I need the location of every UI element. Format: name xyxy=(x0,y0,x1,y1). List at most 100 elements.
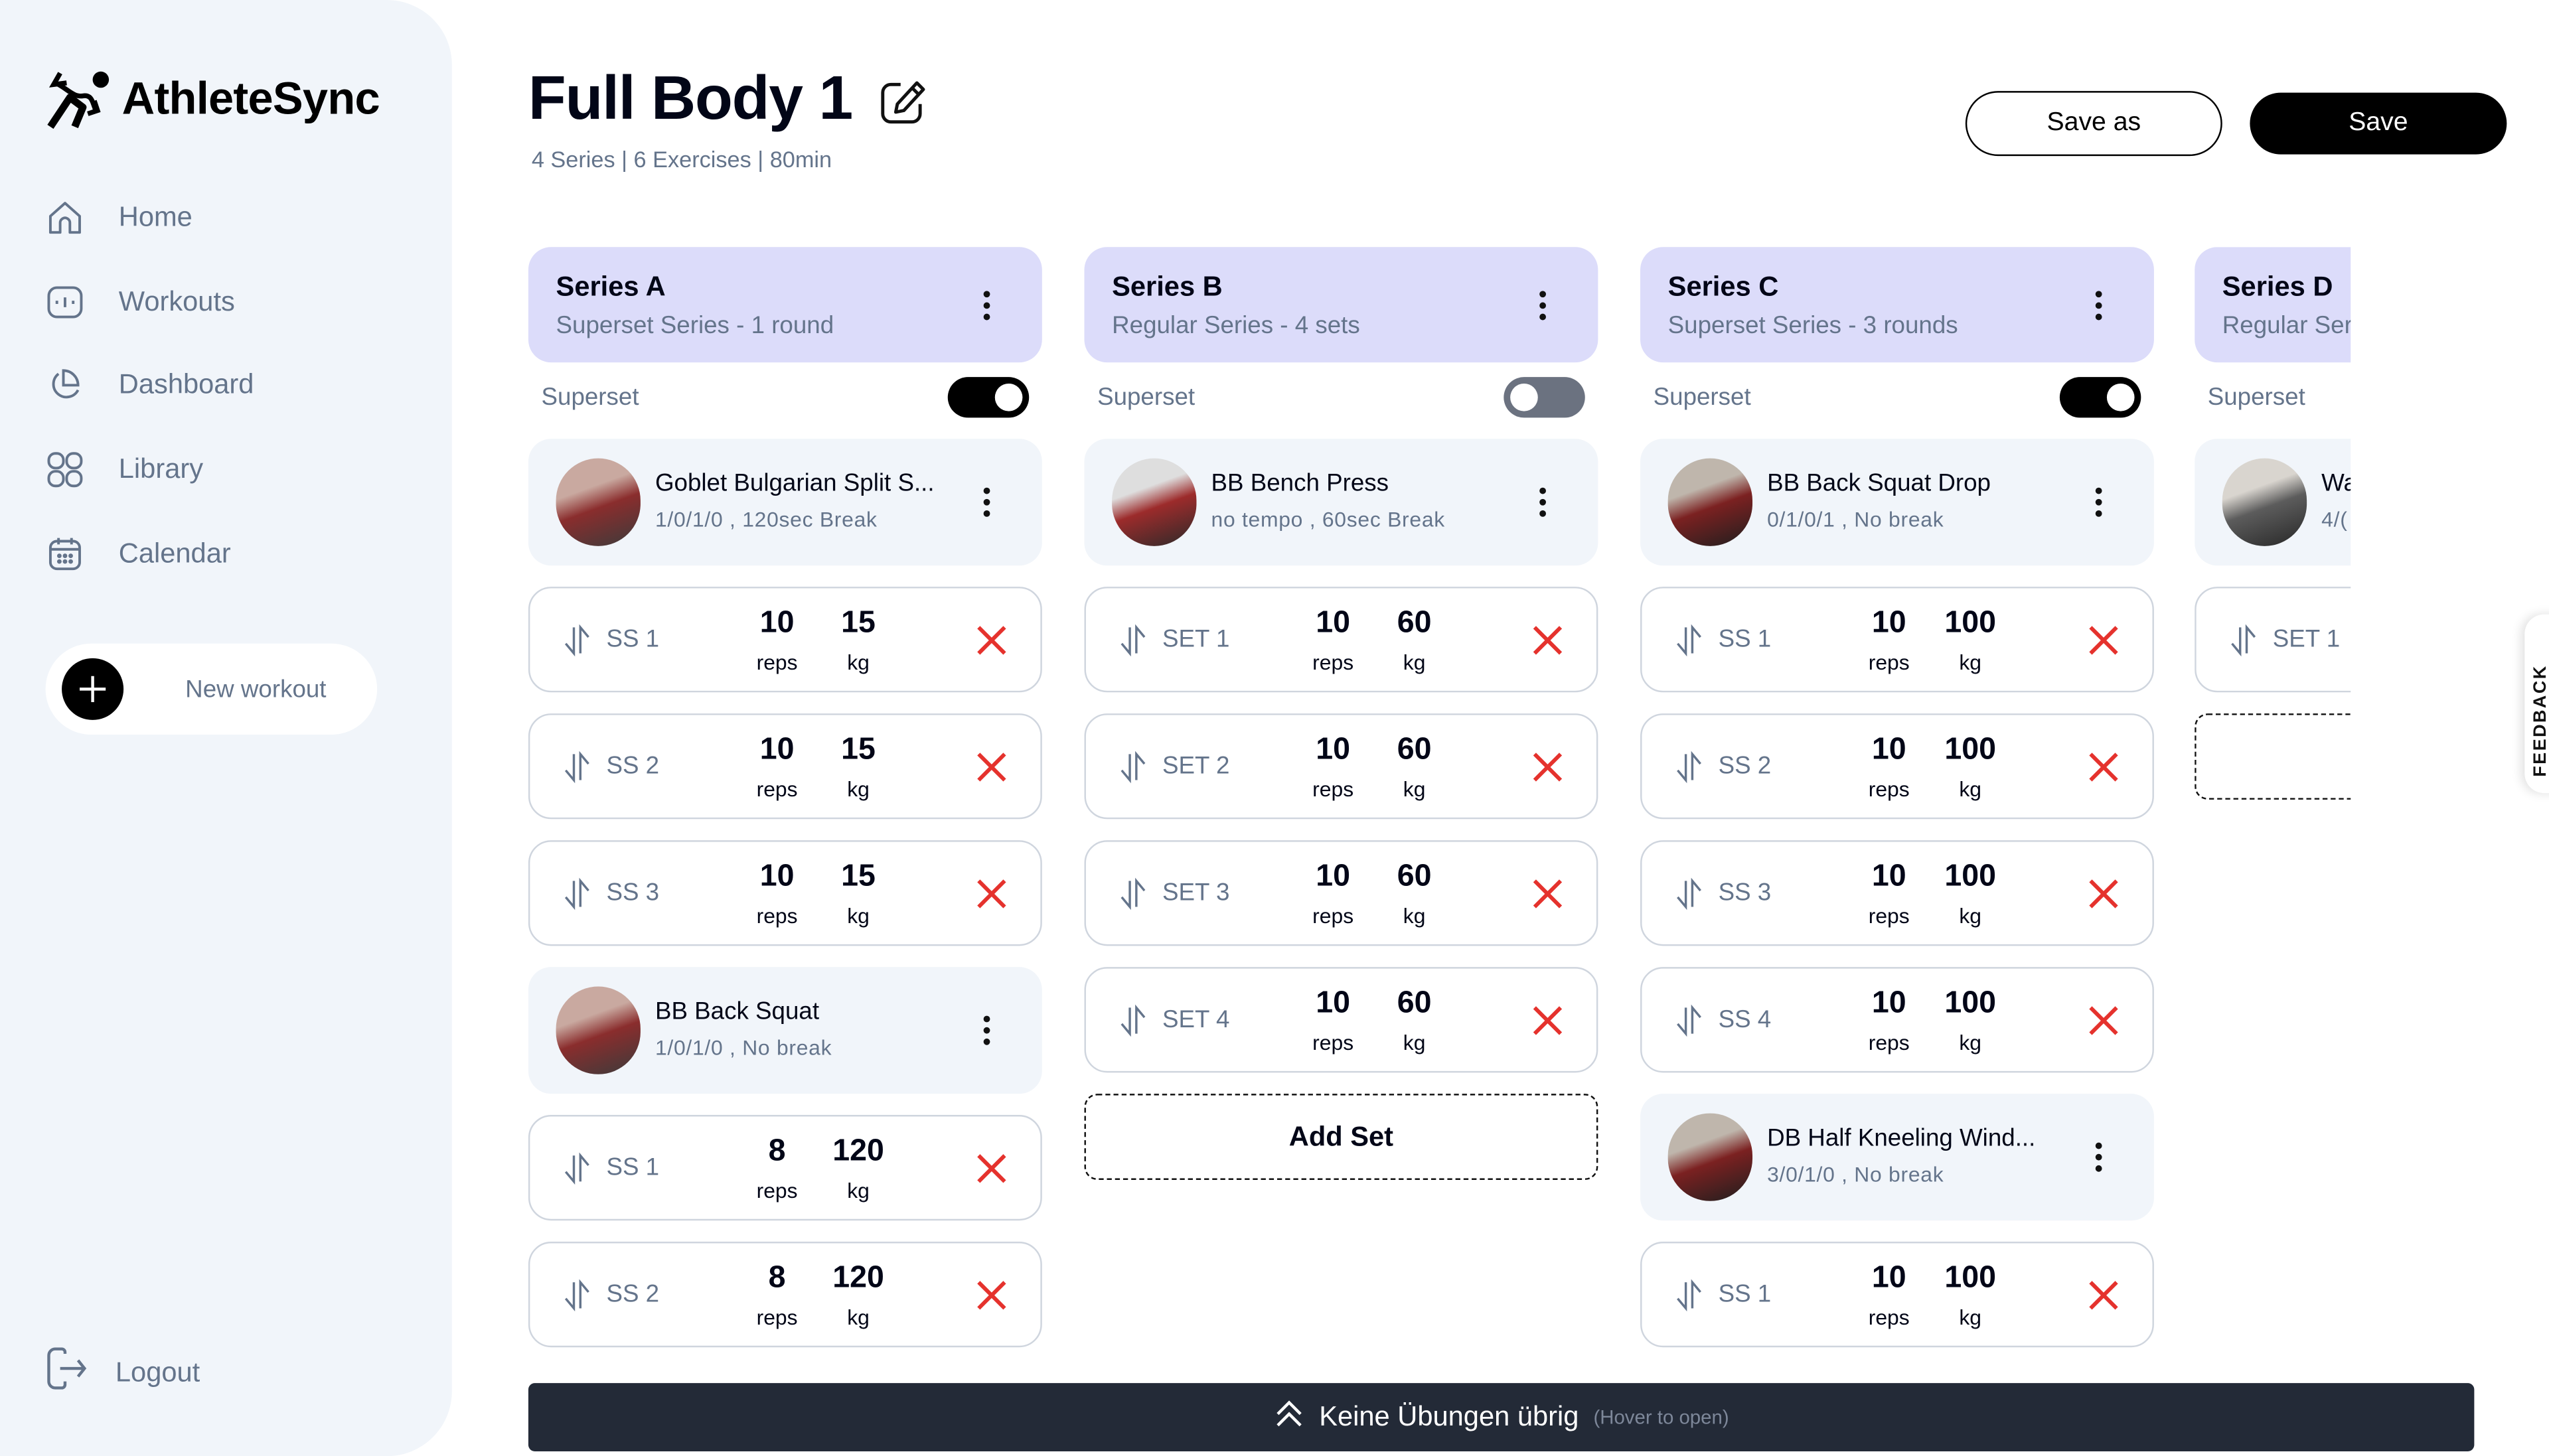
exercise-menu-icon[interactable] xyxy=(970,1007,1003,1053)
delete-set-icon[interactable] xyxy=(1531,624,1564,656)
reorder-handle-icon[interactable] xyxy=(1674,877,1703,910)
weight-value[interactable]: 100 xyxy=(1928,987,2013,1023)
exercise-card[interactable]: DB Half Kneeling Wind... 3/0/1/0 , No bre… xyxy=(1640,1094,2154,1221)
weight-value[interactable]: 60 xyxy=(1372,860,1456,896)
sidebar-item-home[interactable]: Home xyxy=(44,193,193,242)
reps-value[interactable]: 10 xyxy=(1850,987,1928,1023)
reps-value[interactable]: 10 xyxy=(738,606,816,642)
reps-value[interactable]: 10 xyxy=(1294,987,1372,1023)
delete-set-icon[interactable] xyxy=(2088,624,2120,656)
reps-value[interactable]: 10 xyxy=(1850,606,1928,642)
weight-value[interactable]: 100 xyxy=(1928,733,2013,768)
feedback-tab[interactable]: FEEDBACK xyxy=(2524,614,2549,794)
delete-set-icon[interactable] xyxy=(1531,877,1564,910)
delete-set-icon[interactable] xyxy=(975,1279,1008,1311)
grid-icon xyxy=(44,449,86,491)
superset-toggle[interactable] xyxy=(1504,377,1585,418)
reorder-handle-icon[interactable] xyxy=(1119,877,1148,910)
delete-set-icon[interactable] xyxy=(975,877,1008,910)
save-as-button[interactable]: Save as xyxy=(1965,91,2222,157)
reps-unit: reps xyxy=(756,903,798,928)
delete-set-icon[interactable] xyxy=(1531,1004,1564,1037)
weight-value[interactable]: 100 xyxy=(1928,1261,2013,1297)
reorder-handle-icon[interactable] xyxy=(2229,624,2258,657)
weight-value[interactable]: 120 xyxy=(816,1261,900,1297)
reorder-handle-icon[interactable] xyxy=(562,1279,591,1312)
add-set-button[interactable] xyxy=(2195,713,2351,800)
sidebar-item-dashboard[interactable]: Dashboard xyxy=(44,361,254,409)
superset-toggle[interactable] xyxy=(2059,377,2141,418)
reps-value[interactable]: 10 xyxy=(738,733,816,768)
exercise-card[interactable]: Wa 4/( xyxy=(2195,439,2351,566)
delete-set-icon[interactable] xyxy=(1531,751,1564,783)
reps-value[interactable]: 8 xyxy=(738,1134,816,1170)
exercise-menu-icon[interactable] xyxy=(2082,479,2115,525)
delete-set-icon[interactable] xyxy=(2088,1004,2120,1037)
reorder-handle-icon[interactable] xyxy=(1674,751,1703,784)
reps-value[interactable]: 8 xyxy=(738,1261,816,1297)
series-menu-icon[interactable] xyxy=(970,283,1003,328)
logo[interactable]: AthleteSync xyxy=(44,68,380,130)
weight-value[interactable]: 60 xyxy=(1372,606,1456,642)
weight-value[interactable]: 15 xyxy=(816,733,900,768)
new-workout-button[interactable]: New workout xyxy=(45,643,378,735)
exercise-menu-icon[interactable] xyxy=(2082,1134,2115,1180)
new-workout-label: New workout xyxy=(185,675,327,703)
delete-set-icon[interactable] xyxy=(2088,751,2120,783)
sidebar-item-library[interactable]: Library xyxy=(44,445,203,494)
weight-value[interactable]: 100 xyxy=(1928,606,2013,642)
reorder-handle-icon[interactable] xyxy=(1674,624,1703,657)
series-header[interactable]: Series A Superset Series - 1 round xyxy=(528,247,1042,363)
reorder-handle-icon[interactable] xyxy=(562,877,591,910)
set-row: SS 1 10 reps 15 kg xyxy=(528,587,1042,693)
reorder-handle-icon[interactable] xyxy=(1674,1279,1703,1312)
weight-value[interactable]: 100 xyxy=(1928,860,2013,896)
weight-value[interactable]: 60 xyxy=(1372,987,1456,1023)
exercise-card[interactable]: BB Back Squat 1/0/1/0 , No break xyxy=(528,967,1042,1094)
edit-title-icon[interactable] xyxy=(878,78,926,127)
reorder-handle-icon[interactable] xyxy=(562,751,591,784)
weight-value[interactable]: 60 xyxy=(1372,733,1456,768)
reorder-handle-icon[interactable] xyxy=(1674,1004,1703,1037)
series-header[interactable]: Series C Superset Series - 3 rounds xyxy=(1640,247,2154,363)
series-menu-icon[interactable] xyxy=(2082,283,2115,328)
exercise-card[interactable]: Goblet Bulgarian Split S... 1/0/1/0 , 120… xyxy=(528,439,1042,566)
save-button[interactable]: Save xyxy=(2250,92,2507,155)
reps-value[interactable]: 10 xyxy=(1294,860,1372,896)
weight-value[interactable]: 15 xyxy=(816,606,900,642)
series-header[interactable]: Series B Regular Series - 4 sets xyxy=(1084,247,1598,363)
remaining-exercises-bar[interactable]: Keine Übungen übrig (Hover to open) xyxy=(528,1383,2475,1451)
weight-value[interactable]: 15 xyxy=(816,860,900,896)
superset-toggle[interactable] xyxy=(947,377,1030,418)
reps-value[interactable]: 10 xyxy=(1294,733,1372,768)
series-header[interactable]: Series D Regular Ser xyxy=(2195,247,2351,363)
reps-value[interactable]: 10 xyxy=(1294,606,1372,642)
reorder-handle-icon[interactable] xyxy=(1119,751,1148,784)
logout-button[interactable]: Logout xyxy=(44,1346,200,1400)
sidebar-item-workouts[interactable]: Workouts xyxy=(44,278,235,327)
delete-set-icon[interactable] xyxy=(975,1152,1008,1185)
weight-value[interactable]: 120 xyxy=(816,1134,900,1170)
exercise-meta: no tempo , 60sec Break xyxy=(1211,507,1445,532)
reps-value[interactable]: 10 xyxy=(1850,733,1928,768)
delete-set-icon[interactable] xyxy=(2088,1279,2120,1311)
exercise-menu-icon[interactable] xyxy=(1527,479,1559,525)
exercise-card[interactable]: BB Bench Press no tempo , 60sec Break xyxy=(1084,439,1598,566)
reorder-handle-icon[interactable] xyxy=(562,1152,591,1185)
exercise-menu-icon[interactable] xyxy=(970,479,1003,525)
delete-set-icon[interactable] xyxy=(975,751,1008,783)
series-menu-icon[interactable] xyxy=(1527,283,1559,328)
reorder-handle-icon[interactable] xyxy=(1119,1004,1148,1037)
add-set-button[interactable]: Add Set xyxy=(1084,1094,1598,1180)
delete-set-icon[interactable] xyxy=(2088,877,2120,910)
exercise-card[interactable]: BB Back Squat Drop 0/1/0/1 , No break xyxy=(1640,439,2154,566)
reps-value[interactable]: 10 xyxy=(1850,1261,1928,1297)
reps-value[interactable]: 10 xyxy=(1850,860,1928,896)
sidebar-item-calendar[interactable]: Calendar xyxy=(44,530,231,578)
reorder-handle-icon[interactable] xyxy=(562,624,591,657)
delete-set-icon[interactable] xyxy=(975,624,1008,656)
reps-value[interactable]: 10 xyxy=(738,860,816,896)
exercise-name: BB Bench Press xyxy=(1211,469,1389,498)
reorder-handle-icon[interactable] xyxy=(1119,624,1148,657)
weight-unit: kg xyxy=(1959,1305,1981,1330)
